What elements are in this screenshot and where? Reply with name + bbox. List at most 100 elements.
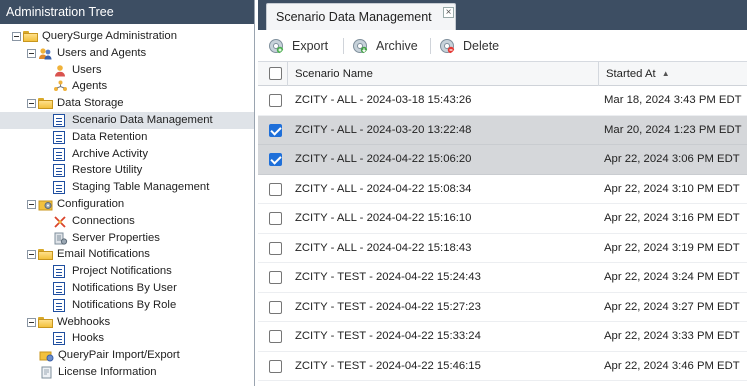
started-at-cell: Mar 18, 2024 3:43 PM EDT	[604, 94, 742, 106]
tree-item-project-notifications[interactable]: Project Notifications	[0, 263, 254, 280]
table-row[interactable]: ZCITY - ALL - 2024-04-22 15:06:20 Apr 22,…	[258, 145, 747, 175]
row-checkbox[interactable]	[269, 359, 282, 373]
collapse-toggle-icon[interactable]	[27, 48, 36, 58]
tree-item-label: Agents	[72, 80, 108, 93]
tree-item-label: QueryPair Import/Export	[58, 349, 180, 362]
page-icon	[53, 164, 65, 178]
tree-item-restore-utility[interactable]: Restore Utility	[0, 162, 254, 179]
row-checkbox[interactable]	[269, 94, 282, 107]
tree-item-notifications-by-role[interactable]: Notifications By Role	[0, 297, 254, 314]
tree-item-querypair-import-export[interactable]: QueryPair Import/Export	[0, 347, 254, 364]
delete-icon	[440, 39, 455, 54]
tree-item-agents[interactable]: Agents	[0, 78, 254, 95]
tree-item-data-storage[interactable]: Data Storage	[0, 95, 254, 112]
collapse-toggle-icon[interactable]	[27, 199, 36, 209]
tree-item-staging-table-management[interactable]: Staging Table Management	[0, 179, 254, 196]
row-checkbox[interactable]	[269, 271, 282, 284]
tree-item-configuration[interactable]: Configuration	[0, 196, 254, 213]
tree-item-users[interactable]: Users	[0, 62, 254, 79]
sort-ascending-icon: ▲	[661, 69, 670, 78]
page-icon	[53, 332, 65, 346]
row-checkbox[interactable]	[269, 212, 282, 225]
scenario-name-cell: ZCITY - TEST - 2024-04-22 15:46:15	[295, 359, 481, 372]
tree-item-email-notifications[interactable]: Email Notifications	[0, 246, 254, 263]
admin-tree: QuerySurge Administration Users and Agent…	[0, 28, 254, 381]
row-checkbox[interactable]	[269, 300, 282, 314]
tree-item-querysurge-administration[interactable]: QuerySurge Administration	[0, 28, 254, 45]
table-row[interactable]: ZCITY - ALL - 2024-03-18 15:43:26 Mar 18,…	[258, 86, 747, 116]
tab-bar: Scenario Data Management ×	[258, 0, 747, 30]
page-icon	[53, 130, 65, 144]
row-checkbox[interactable]	[269, 123, 282, 137]
panel-title: Administration Tree	[0, 0, 254, 24]
table-row[interactable]: ZCITY - TEST - 2024-04-22 15:27:23 Apr 22…	[258, 292, 747, 322]
connections-icon	[54, 216, 66, 228]
collapse-toggle-icon[interactable]	[27, 99, 36, 109]
agents-icon	[54, 80, 67, 92]
config-icon	[38, 200, 53, 211]
tree-item-label: Data Retention	[72, 130, 148, 143]
delete-label: Delete	[463, 39, 500, 53]
tree-item-label: License Information	[58, 365, 157, 378]
page-icon	[53, 298, 65, 312]
scenario-table-body: ZCITY - ALL - 2024-03-18 15:43:26 Mar 18,…	[258, 86, 747, 381]
tree-item-data-retention[interactable]: Data Retention	[0, 129, 254, 146]
tree-item-connections[interactable]: Connections	[0, 213, 254, 230]
tree-item-license-information[interactable]: License Information	[0, 364, 254, 381]
table-row[interactable]: ZCITY - TEST - 2024-04-22 15:46:15 Apr 22…	[258, 351, 747, 381]
row-checkbox[interactable]	[269, 153, 282, 166]
table-row[interactable]: ZCITY - ALL - 2024-04-22 15:18:43 Apr 22,…	[258, 233, 747, 263]
scenario-name-cell: ZCITY - TEST - 2024-04-22 15:27:23	[295, 300, 481, 313]
row-checkbox[interactable]	[269, 182, 282, 196]
column-header-started-at[interactable]: Started At ▲	[606, 62, 670, 86]
main-panel: Scenario Data Management × Export Archiv…	[258, 0, 747, 386]
page-icon	[53, 147, 65, 161]
row-checkbox[interactable]	[269, 330, 282, 343]
column-divider[interactable]	[287, 62, 288, 86]
tab-scenario-data-management[interactable]: Scenario Data Management ×	[266, 3, 456, 30]
started-at-cell: Mar 20, 2024 1:23 PM EDT	[604, 123, 742, 136]
toolbar-divider	[343, 38, 344, 54]
started-at-cell: Apr 22, 2024 3:19 PM EDT	[604, 241, 740, 254]
tree-item-scenario-data-management[interactable]: Scenario Data Management	[0, 111, 254, 129]
page-icon	[53, 281, 65, 295]
folder-icon	[38, 316, 53, 328]
select-all-checkbox[interactable]	[269, 67, 282, 80]
license-icon	[41, 366, 52, 379]
page-icon	[53, 113, 65, 127]
tree-item-archive-activity[interactable]: Archive Activity	[0, 146, 254, 163]
table-row[interactable]: ZCITY - ALL - 2024-04-22 15:16:10 Apr 22,…	[258, 204, 747, 234]
users-icon	[39, 48, 52, 60]
close-icon[interactable]: ×	[443, 7, 454, 18]
archive-icon	[353, 39, 368, 54]
tree-item-hooks[interactable]: Hooks	[0, 330, 254, 347]
table-row[interactable]: ZCITY - ALL - 2024-03-20 13:22:48 Mar 20,…	[258, 115, 747, 145]
collapse-toggle-icon[interactable]	[12, 32, 21, 41]
tree-item-notifications-by-user[interactable]: Notifications By User	[0, 280, 254, 297]
folder-icon	[38, 98, 53, 110]
tree-item-users-and-agents[interactable]: Users and Agents	[0, 45, 254, 62]
table-row[interactable]: ZCITY - ALL - 2024-04-22 15:08:34 Apr 22,…	[258, 174, 747, 204]
row-checkbox[interactable]	[269, 241, 282, 255]
tree-item-label: Server Properties	[72, 231, 160, 244]
column-header-label: Started At	[606, 68, 656, 80]
column-divider[interactable]	[598, 62, 599, 86]
export-icon	[269, 39, 284, 54]
tree-item-label: Configuration	[57, 197, 125, 210]
tree-item-label: Users and Agents	[57, 46, 147, 59]
tree-item-label: QuerySurge Administration	[42, 30, 177, 42]
archive-label: Archive	[376, 39, 418, 53]
folder-icon	[23, 31, 38, 42]
tree-item-label: Scenario Data Management	[72, 113, 213, 126]
tree-item-server-properties[interactable]: Server Properties	[0, 230, 254, 247]
tree-item-label: Hooks	[72, 332, 105, 345]
folder-icon	[38, 249, 53, 261]
tree-item-webhooks[interactable]: Webhooks	[0, 314, 254, 331]
tree-item-label: Connections	[72, 214, 135, 227]
collapse-toggle-icon[interactable]	[27, 317, 36, 327]
table-row[interactable]: ZCITY - TEST - 2024-04-22 15:24:43 Apr 22…	[258, 263, 747, 293]
collapse-toggle-icon[interactable]	[27, 250, 36, 260]
column-header-scenario-name[interactable]: Scenario Name	[295, 62, 373, 86]
table-row[interactable]: ZCITY - TEST - 2024-04-22 15:33:24 Apr 22…	[258, 322, 747, 352]
started-at-cell: Apr 22, 2024 3:33 PM EDT	[604, 330, 740, 342]
